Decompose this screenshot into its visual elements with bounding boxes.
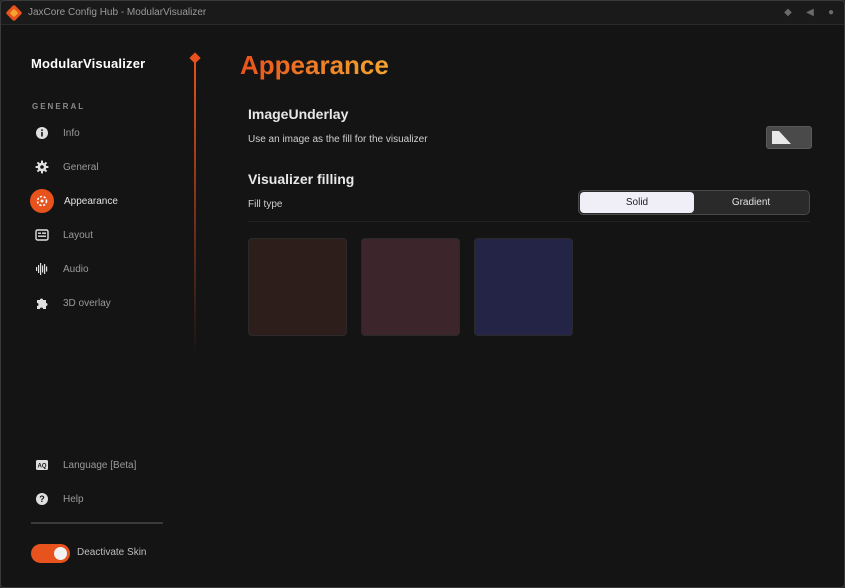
color-swatch-2[interactable]	[361, 238, 460, 336]
color-swatch-3[interactable]	[474, 238, 573, 336]
sidebar: ModularVisualizer GENERAL Info General A…	[1, 26, 196, 587]
page-title: Appearance	[240, 50, 389, 80]
image-underlay-toggle[interactable]	[766, 126, 812, 149]
fill-type-gradient[interactable]: Gradient	[694, 192, 808, 213]
puzzle-icon	[31, 292, 53, 314]
sidebar-item-language[interactable]: AQ Language [Beta]	[31, 454, 181, 476]
image-underlay-heading: ImageUnderlay	[248, 106, 349, 122]
sidebar-item-help[interactable]: ? Help	[31, 488, 181, 510]
row-divider	[248, 221, 810, 222]
fill-type-solid[interactable]: Solid	[580, 192, 694, 213]
main-content: Appearance ImageUnderlay Use an image as…	[196, 26, 844, 587]
info-icon	[31, 122, 53, 144]
sidebar-item-label: 3D overlay	[63, 297, 111, 309]
section-label: GENERAL	[32, 102, 86, 111]
svg-text:AQ: AQ	[38, 464, 47, 470]
sidebar-item-general[interactable]: General	[31, 156, 181, 178]
sidebar-brand: ModularVisualizer	[31, 56, 146, 71]
sidebar-item-label: Layout	[63, 229, 94, 241]
color-swatch-1[interactable]	[248, 238, 347, 336]
sidebar-item-label: Language [Beta]	[63, 459, 137, 471]
sidebar-item-label: Audio	[63, 263, 89, 275]
image-underlay-icon	[772, 131, 791, 144]
diamond-icon[interactable]: ◆	[781, 6, 795, 20]
visualizer-filling-heading: Visualizer filling	[248, 171, 355, 187]
palette-icon	[30, 189, 54, 213]
back-icon[interactable]: ◀	[803, 6, 817, 20]
language-icon: AQ	[31, 454, 53, 476]
sidebar-item-audio[interactable]: Audio	[31, 258, 181, 280]
app-logo-icon	[5, 4, 23, 22]
sidebar-item-label: Appearance	[64, 195, 118, 207]
deactivate-skin-label: Deactivate Skin	[77, 547, 147, 558]
app-window: JaxCore Config Hub - ModularVisualizer ◆…	[0, 0, 845, 588]
title-bar: JaxCore Config Hub - ModularVisualizer ◆…	[1, 1, 844, 25]
dot-icon[interactable]: ●	[824, 6, 838, 20]
audio-wave-icon	[31, 258, 53, 280]
window-title: JaxCore Config Hub - ModularVisualizer	[28, 7, 207, 18]
sidebar-item-label: Info	[63, 127, 80, 139]
image-underlay-description: Use an image as the fill for the visuali…	[248, 134, 428, 145]
toggle-knob	[54, 547, 67, 560]
deactivate-skin-toggle[interactable]	[31, 544, 70, 563]
fill-type-selector: Solid Gradient	[578, 190, 810, 215]
sidebar-item-label: General	[63, 161, 99, 173]
help-icon: ?	[31, 488, 53, 510]
sidebar-divider-line	[31, 522, 163, 524]
sidebar-item-label: Help	[63, 493, 84, 505]
sidebar-item-3d-overlay[interactable]: 3D overlay	[31, 292, 181, 314]
gear-icon	[31, 156, 53, 178]
sidebar-item-layout[interactable]: Layout	[31, 224, 181, 246]
fill-type-label: Fill type	[248, 199, 283, 210]
sidebar-item-appearance[interactable]: Appearance	[30, 189, 181, 213]
svg-text:?: ?	[39, 494, 45, 504]
layout-icon	[31, 224, 53, 246]
sidebar-item-info[interactable]: Info	[31, 122, 181, 144]
